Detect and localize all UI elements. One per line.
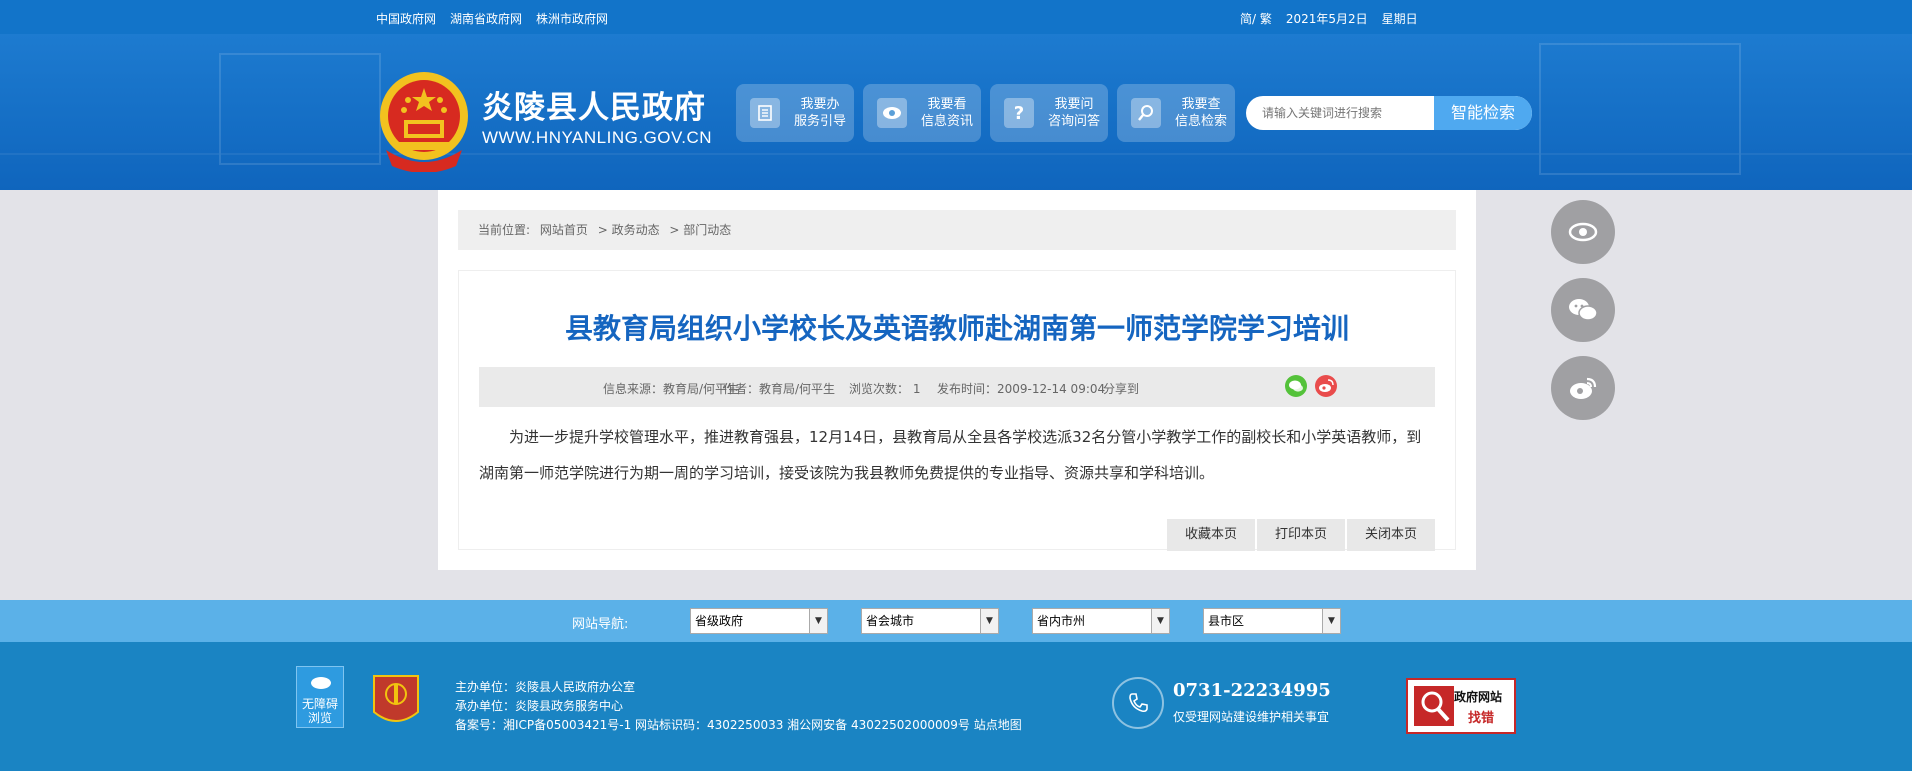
select-value: 县市区 [1208,614,1245,628]
error-label-bottom: 找错 [1468,711,1495,726]
error-label-top: 政府网站 [1454,690,1503,704]
search-box: 智能检索 [1246,96,1532,130]
top-bar: 中国政府网 湖南省政府网 株洲市政府网 简/ 繁 2021年5月2日 星期日 [0,0,1912,34]
eye-icon [877,98,907,128]
party-govt-badge-icon[interactable] [370,672,422,732]
share-weibo-icon[interactable] [1315,375,1337,397]
quick-line2: 信息检索 [1174,114,1227,129]
national-emblem-icon [380,72,468,172]
quick-line1: 我要看 [927,97,967,112]
meta-author: 作者：教育局/何平生 [723,382,836,396]
contact-phone-desc: 仅受理网站建设维护相关事宜 [1173,710,1330,724]
float-wechat-button[interactable] [1551,278,1615,342]
lang-switch[interactable]: 简/ 繁 [1240,10,1272,27]
breadcrumb-gov-news[interactable]: > 政务动态 [598,223,660,237]
link-gov-cn[interactable]: 中国政府网 [376,10,436,27]
question-icon: ? [1004,98,1034,128]
quick-service-guide-button[interactable]: 我要办 服务引导 [736,84,854,142]
chevron-down-icon: ▼ [980,609,998,633]
footer-sponsor: 主办单位：炎陵县人民政府办公室 [455,680,636,694]
guide-icon [750,98,780,128]
content-panel: 当前位置: 网站首页 > 政务动态 > 部门动态 县教育局组织小学校长及英语教师… [438,190,1476,570]
article: 县教育局组织小学校长及英语教师赴湖南第一师范学院学习培训 信息来源：教育局/何平… [458,270,1456,551]
weibo-icon [1570,377,1597,399]
meta-published: 发布时间：2009-12-14 09:04 [937,382,1106,396]
meta-views: 浏览次数： 1 [849,382,921,396]
site-nav-label: 网站导航: [572,617,629,632]
select-provincial-gov[interactable]: 省级政府 ▼ [690,608,828,634]
quick-line2: 服务引导 [793,114,846,129]
chevron-down-icon: ▼ [809,609,827,633]
print-page-button[interactable]: 打印本页 [1257,519,1345,551]
quick-line2: 咨询问答 [1047,114,1100,129]
select-counties[interactable]: 县市区 ▼ [1203,608,1341,634]
meta-share-label: 分享到 [1103,382,1140,396]
chevron-down-icon: ▼ [1322,609,1340,633]
link-hunan-gov[interactable]: 湖南省政府网 [450,10,522,27]
report-error-button[interactable]: 政府网站 找错 [1406,678,1516,734]
float-view-button[interactable] [1551,200,1615,264]
quick-info-news-button[interactable]: 我要看 信息资讯 [863,84,981,142]
bookmark-page-button[interactable]: 收藏本页 [1167,519,1255,551]
accessibility-eye-icon [311,677,331,689]
quick-line1: 我要查 [1181,97,1221,112]
current-date: 2021年5月2日 [1285,12,1368,26]
footer-organizer: 承办单位：炎陵县政务服务中心 [455,699,624,713]
phone-icon [1112,677,1164,729]
float-weibo-button[interactable] [1551,356,1615,420]
breadcrumb-home[interactable]: 网站首页 [540,223,588,237]
article-actions: 收藏本页 打印本页 关闭本页 [1167,519,1435,551]
share-wechat-icon[interactable] [1285,375,1307,397]
quick-line1: 我要问 [1054,97,1094,112]
meta-source: 信息来源：教育局/何平生 [603,382,740,396]
article-meta: 信息来源：教育局/何平生 作者：教育局/何平生 浏览次数： 1 发布时间：200… [479,367,1435,407]
breadcrumb-label: 当前位置: [478,223,531,237]
site-title: 炎陵县人民政府 [482,90,706,126]
breadcrumb-dept-news[interactable]: > 部门动态 [669,223,731,237]
quick-consult-button[interactable]: ? 我要问 咨询问答 [990,84,1108,142]
article-body: 为进一步提升学校管理水平，推进教育强县，12月14日，县教育局从全县各学校选派3… [479,428,1422,482]
article-title: 县教育局组织小学校长及英语教师赴湖南第一师范学院学习培训 [564,312,1349,345]
top-right: 简/ 繁 2021年5月2日 星期日 [1240,10,1418,27]
site-url: WWW.HNYANLING.GOV.CN [482,128,713,147]
eye-icon [1568,222,1598,242]
magnifier-icon [1414,686,1454,726]
search-input[interactable] [1246,96,1436,130]
site-header: 炎陵县人民政府 WWW.HNYANLING.GOV.CN 我要办 服务引导 我要… [0,34,1912,190]
accessibility-label-1: 无障碍 [301,697,338,711]
site-nav-bar: 网站导航: 省级政府 ▼ 省会城市 ▼ 省内市州 ▼ 县市区 ▼ [0,600,1912,642]
smart-search-button[interactable]: 智能检索 [1434,96,1532,130]
chevron-down-icon: ▼ [1151,609,1169,633]
quick-info-search-button[interactable]: 我要查 信息检索 [1117,84,1235,142]
site-footer: 无障碍 浏览 主办单位：炎陵县人民政府办公室 承办单位：炎陵县政务服务中心 备案… [0,642,1912,771]
link-zhuzhou-gov[interactable]: 株洲市政府网 [536,10,608,27]
current-weekday: 星期日 [1381,12,1418,26]
contact-phone: 0731-22234995 [1173,680,1331,701]
accessibility-label-2: 浏览 [307,711,332,725]
accessibility-button[interactable]: 无障碍 浏览 [296,666,344,728]
top-links: 中国政府网 湖南省政府网 株洲市政府网 [376,10,608,27]
quick-line1: 我要办 [800,97,840,112]
wechat-icon [1569,299,1598,321]
footer-record: 备案号：湘ICP备05003421号-1 网站标识码：4302250033 湘公… [455,718,1022,732]
close-page-button[interactable]: 关闭本页 [1347,519,1435,551]
footer-info: 主办单位：炎陵县人民政府办公室 承办单位：炎陵县政务服务中心 备案号：湘ICP备… [455,678,1022,735]
select-value: 省内市州 [1037,614,1086,628]
breadcrumb: 当前位置: 网站首页 > 政务动态 > 部门动态 [458,210,1456,250]
select-value: 省会城市 [866,614,915,628]
select-provincial-capital[interactable]: 省会城市 ▼ [861,608,999,634]
search-icon [1131,98,1161,128]
select-value: 省级政府 [695,614,744,628]
quick-line2: 信息资讯 [920,114,973,129]
select-cities[interactable]: 省内市州 ▼ [1032,608,1170,634]
